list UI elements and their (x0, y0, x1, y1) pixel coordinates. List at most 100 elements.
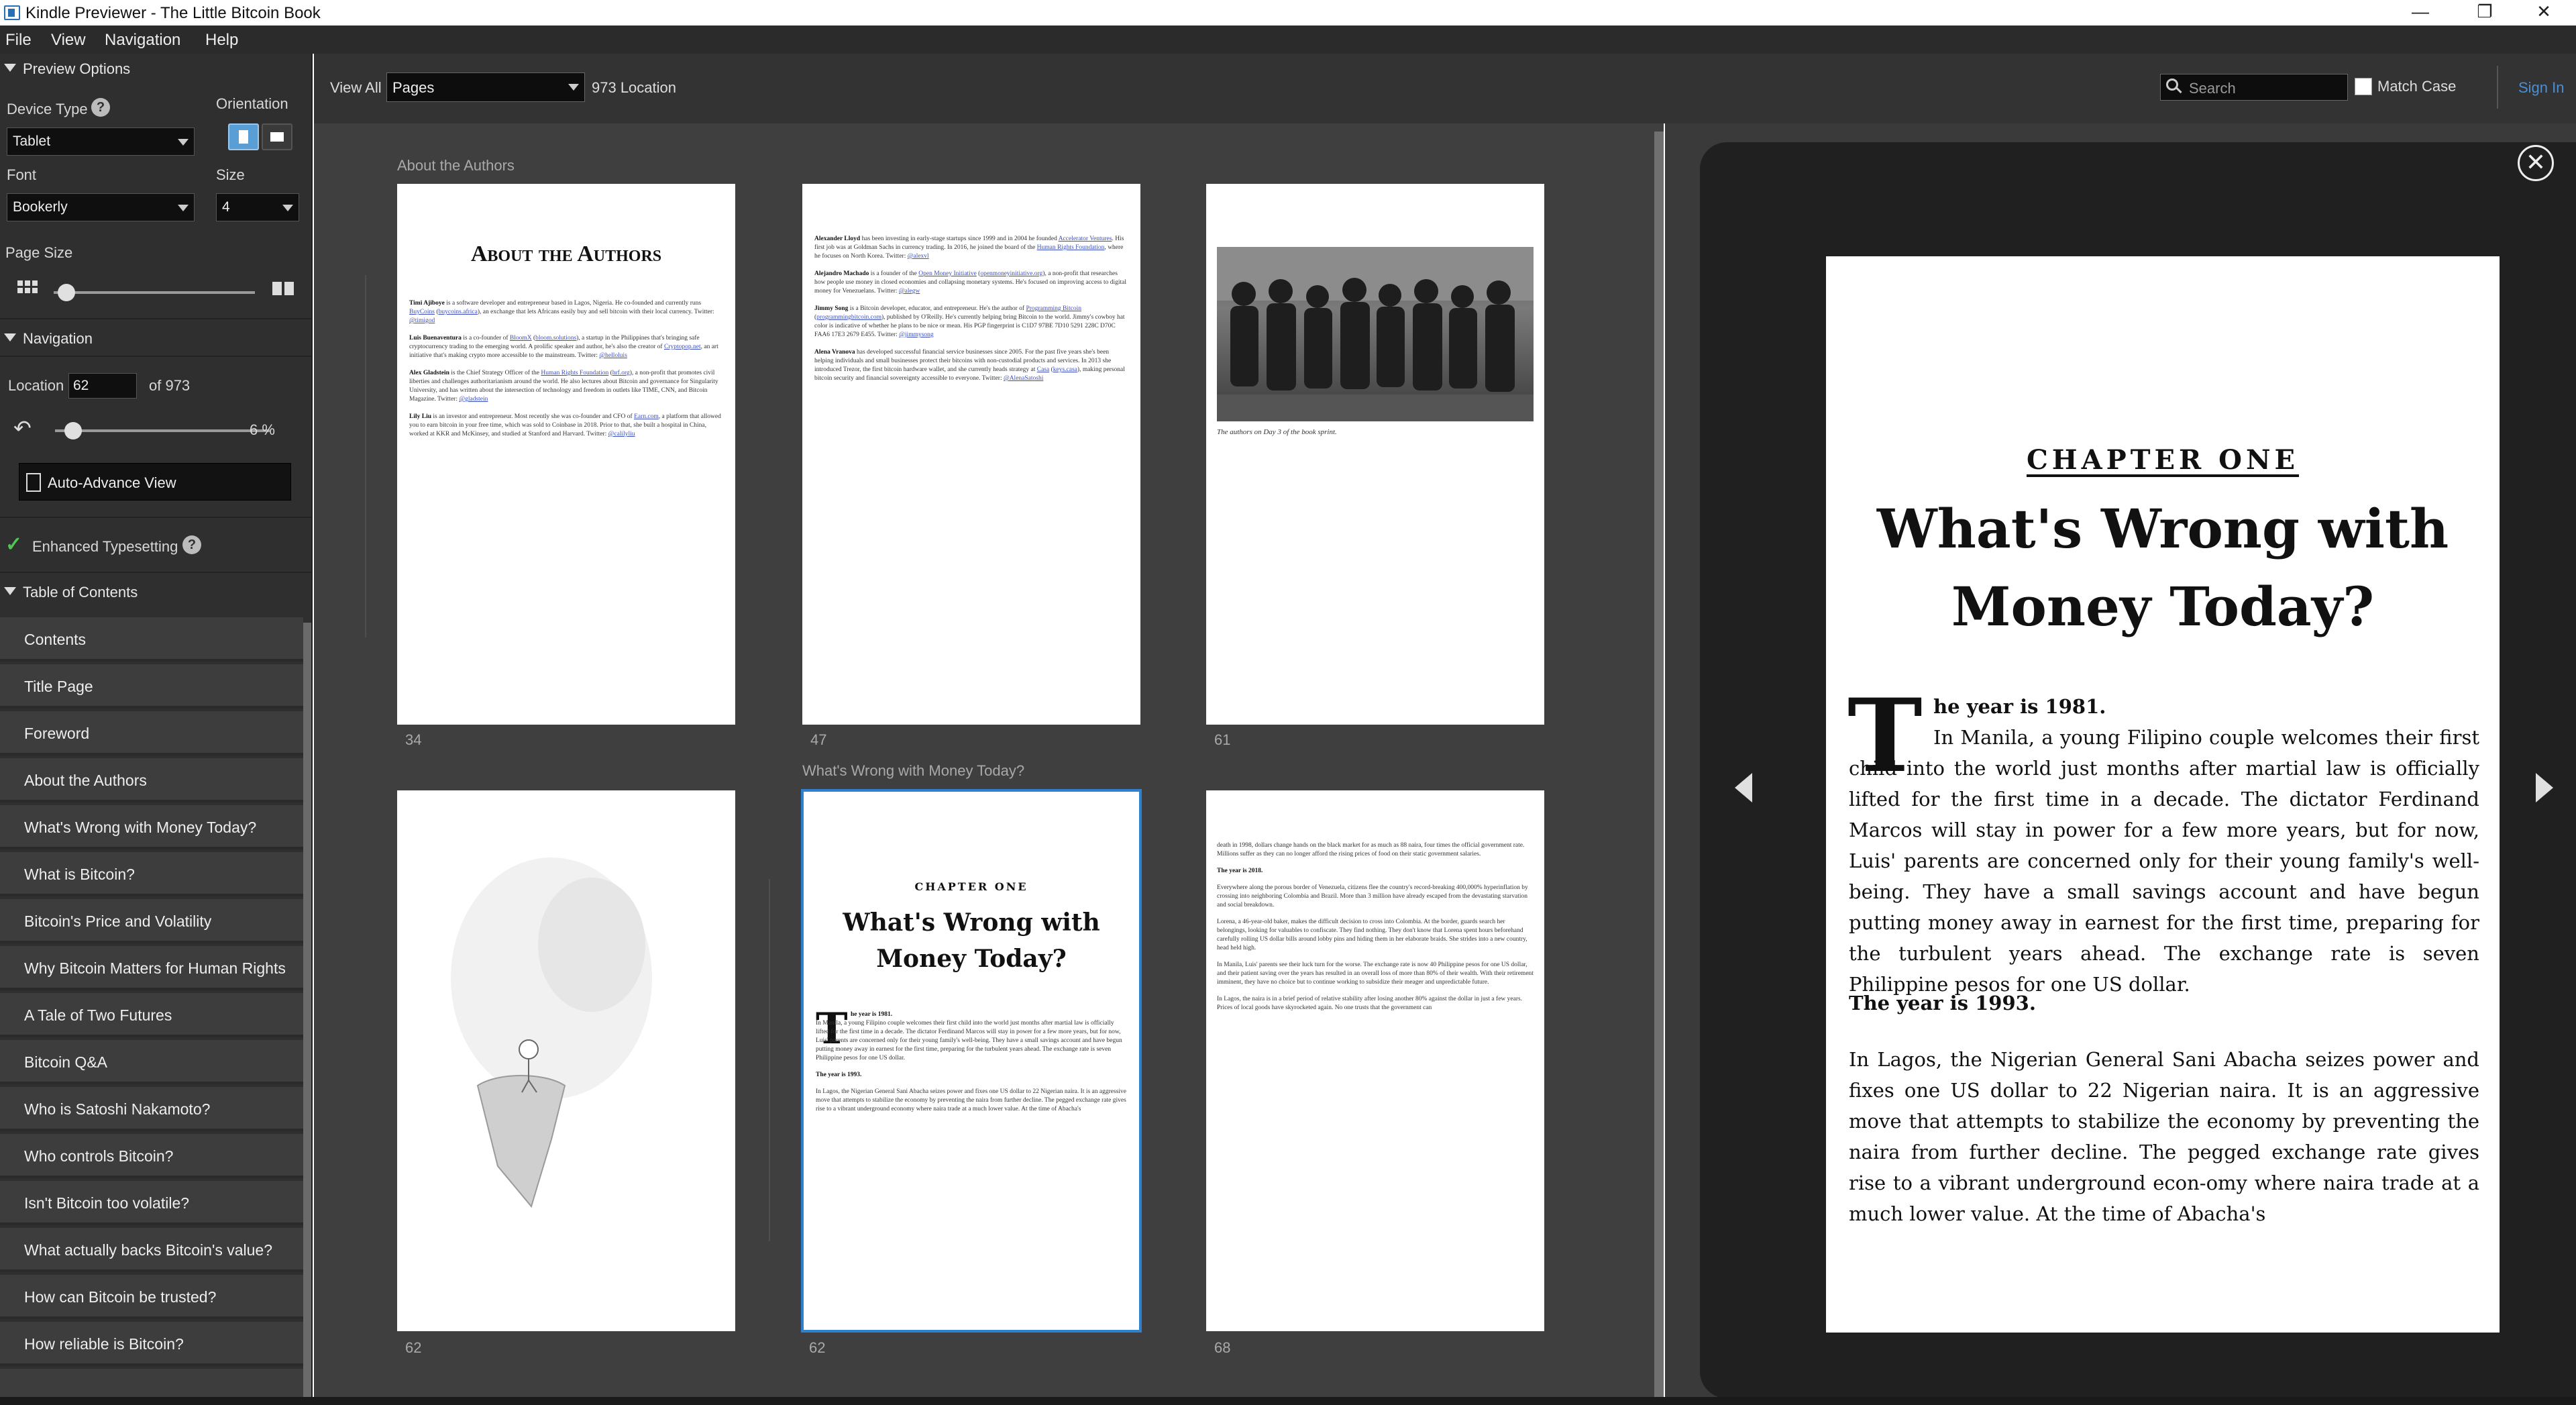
toc-item[interactable]: Bitcoin's Price and Volatility (0, 899, 303, 943)
location-total: of 973 (149, 377, 191, 394)
toc-item[interactable]: Foreword (0, 711, 303, 756)
chevron-down-icon (178, 139, 189, 146)
page-thumbnail[interactable] (397, 790, 735, 1331)
toc-item[interactable]: Contents (0, 617, 303, 662)
size-label: Size (216, 166, 245, 183)
grid-small-icon[interactable] (17, 280, 38, 297)
photo-caption: The authors on Day 3 of the book sprint. (1217, 428, 1337, 436)
close-preview-icon[interactable]: ✕ (2518, 145, 2554, 181)
close-window-icon[interactable]: ✕ (2517, 1, 2571, 24)
size-value: 4 (222, 199, 230, 215)
chapter-title-line1: What's Wrong with (1876, 497, 2449, 560)
location-label: Location (8, 377, 64, 394)
toc-item[interactable]: What actually backs Bitcoin's value? (0, 1228, 303, 1272)
page-thumbnail[interactable]: Alexander Lloyd has been investing in ea… (802, 184, 1140, 725)
grid-large-icon[interactable] (272, 282, 295, 297)
previous-page-arrow-icon[interactable] (1735, 773, 1762, 802)
menu-view[interactable]: View (51, 31, 86, 50)
toc-header-label: Table of Contents (23, 584, 138, 601)
group-separator (365, 275, 366, 637)
back-arrow-icon[interactable]: ↶ (13, 417, 38, 439)
paragraph1: In Manila, a young Filipino couple welco… (1849, 726, 2479, 996)
auto-advance-label: Auto-Advance View (48, 474, 176, 491)
page-thumbnail[interactable]: death in 1998, dollars change hands on t… (1206, 790, 1544, 1331)
navigation-label: Navigation (23, 330, 93, 347)
page-size-slider-thumb[interactable] (58, 284, 75, 301)
menu-help[interactable]: Help (205, 31, 238, 50)
page-thumbnail[interactable]: About the Authors Timi Ajiboye is a soft… (397, 184, 735, 725)
help-icon[interactable]: ? (91, 98, 110, 117)
toolbar-divider (2497, 66, 2498, 109)
window-title: Kindle Previewer - The Little Bitcoin Bo… (25, 4, 321, 22)
location-input[interactable]: 62 (68, 373, 137, 399)
page-thumbnail-selected[interactable]: CHAPTER ONE What's Wrong with Money Toda… (801, 789, 1142, 1333)
landscape-icon (270, 132, 284, 142)
section-label: What's Wrong with Money Today? (802, 762, 1025, 779)
location-slider-track[interactable] (55, 429, 270, 432)
next-page-arrow-icon[interactable] (2536, 773, 2563, 802)
toc-scrollbar[interactable] (303, 623, 311, 1405)
restore-icon[interactable]: ❐ (2458, 1, 2512, 24)
portrait-orientation-button[interactable] (228, 123, 259, 150)
grid-scrollbar[interactable] (1654, 132, 1664, 1400)
divider (0, 318, 313, 319)
toc-item[interactable]: How reliable is Bitcoin? (0, 1322, 303, 1366)
menu-file[interactable]: File (5, 31, 32, 50)
toc-item[interactable]: Who controls Bitcoin? (0, 1134, 303, 1178)
divider (0, 356, 313, 357)
orientation-label: Orientation (216, 95, 288, 112)
heading-year-1993: The year is 1993. (1849, 992, 2036, 1014)
page-size-slider-track[interactable] (54, 291, 255, 294)
help-icon[interactable]: ? (182, 535, 201, 554)
illustration-image (451, 857, 652, 1208)
size-select[interactable]: 4 (216, 193, 299, 221)
toc-item[interactable]: Isn't Bitcoin too volatile? (0, 1181, 303, 1225)
match-case-checkbox[interactable] (2355, 78, 2372, 95)
page-number: 47 (810, 731, 827, 748)
page-number: 62 (405, 1339, 422, 1356)
sign-in-link[interactable]: Sign In (2518, 79, 2565, 97)
toc-item[interactable]: About the Authors (0, 758, 303, 802)
preview-options-header[interactable]: Preview Options (0, 54, 313, 83)
paragraph2: In Lagos, the Nigerian General Sani Abac… (1849, 1048, 2479, 1225)
auto-advance-button[interactable]: Auto-Advance View (19, 463, 291, 501)
about-authors-title: About the Authors (470, 242, 662, 266)
font-label: Font (7, 166, 37, 183)
page-icon (26, 473, 41, 492)
checkmark-icon: ✓ (5, 533, 23, 556)
page-number: 34 (405, 731, 422, 748)
toc-item[interactable]: Bitcoin Q&A (0, 1040, 303, 1084)
toc-item[interactable]: Title Page (0, 664, 303, 709)
tablet-device-frame: CHAPTER ONE What's Wrong with Money Toda… (1700, 142, 2576, 1398)
collapse-triangle-icon (4, 587, 16, 595)
font-select[interactable]: Bookerly (7, 193, 195, 221)
table-of-contents-header[interactable]: Table of Contents (0, 577, 313, 607)
toc-item[interactable]: How can Bitcoin be trusted? (0, 1275, 303, 1319)
divider (0, 572, 313, 573)
collapse-triangle-icon (4, 333, 16, 342)
group-photo-image (1217, 247, 1534, 421)
section-label: About the Authors (397, 157, 515, 174)
page-thumbnail[interactable]: The authors on Day 3 of the book sprint. (1206, 184, 1544, 725)
location-count: 973 Location (592, 79, 676, 96)
toc-item[interactable]: Who is Satoshi Nakamoto? (0, 1087, 303, 1131)
device-type-select[interactable]: Tablet (7, 127, 195, 156)
page-number: 68 (1214, 1339, 1231, 1356)
navigation-header[interactable]: Navigation (0, 323, 313, 353)
view-select[interactable]: Pages (386, 72, 585, 102)
toc-item[interactable]: What is Bitcoin? (0, 852, 303, 896)
preview-options-label: Preview Options (23, 60, 131, 77)
location-slider-thumb[interactable] (64, 422, 82, 439)
device-type-value: Tablet (13, 134, 51, 149)
toc-item[interactable]: Why Bitcoin Matters for Human Rights (0, 946, 303, 990)
toc-item[interactable]: A Tale of Two Futures (0, 993, 303, 1037)
minimize-icon[interactable]: — (2394, 1, 2447, 24)
left-panel: Preview Options Device Type ? Orientatio… (0, 54, 313, 1405)
landscape-orientation-button[interactable] (262, 123, 292, 150)
grid-scrollbar-thumb[interactable] (1654, 132, 1664, 1400)
location-value: 62 (73, 378, 89, 393)
chevron-down-icon (568, 84, 579, 91)
search-input[interactable]: Search (2160, 74, 2348, 101)
toc-item[interactable]: What's Wrong with Money Today? (0, 805, 303, 849)
menu-navigation[interactable]: Navigation (105, 31, 180, 50)
